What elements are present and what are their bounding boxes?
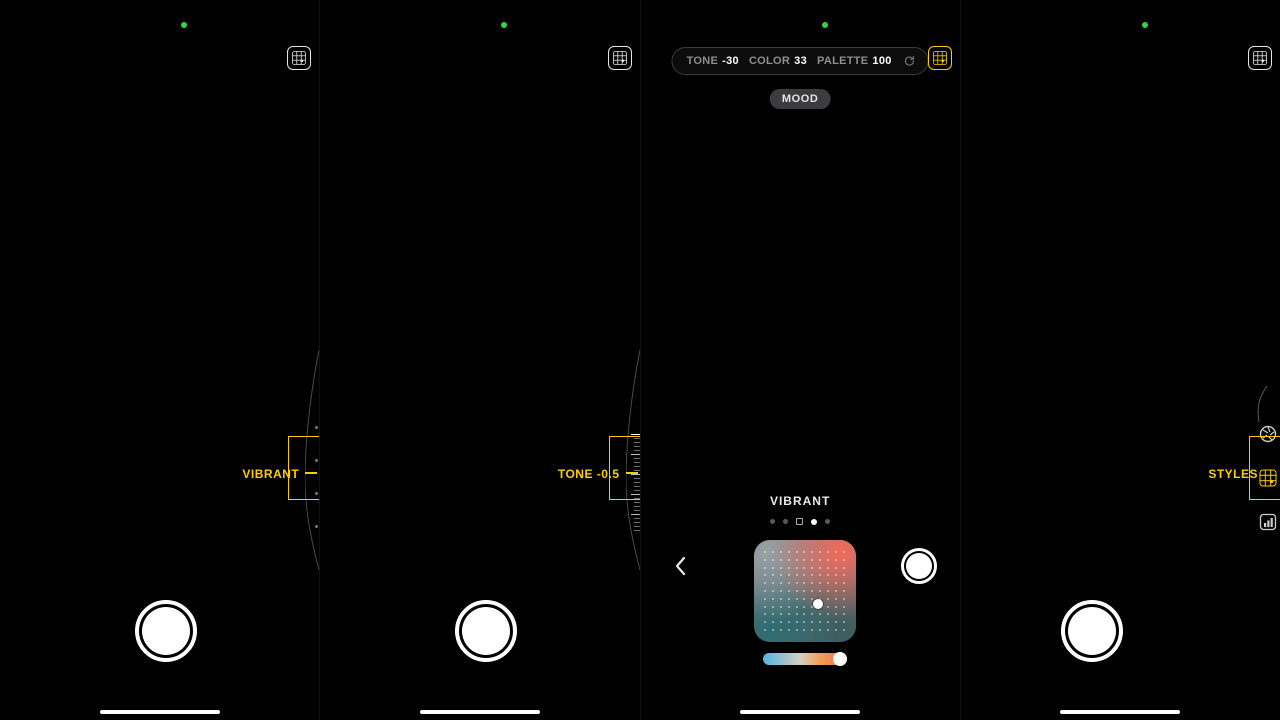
photographic-styles-button[interactable] — [287, 46, 311, 70]
home-indicator[interactable] — [740, 710, 860, 714]
photographic-styles-button[interactable] — [608, 46, 632, 70]
shutter-button[interactable] — [1061, 600, 1123, 662]
tone-readout: TONE -0.5 — [558, 467, 620, 481]
shutter-button[interactable] — [455, 600, 517, 662]
exposure-curve — [1256, 386, 1268, 427]
tone-control-icon[interactable] — [1256, 510, 1280, 534]
back-chevron-icon[interactable] — [673, 556, 687, 580]
palette-slider-knob[interactable] — [833, 652, 847, 666]
panel-styles-preview: VIBRANT — [0, 0, 319, 720]
home-indicator[interactable] — [420, 710, 540, 714]
reset-style-icon[interactable] — [902, 53, 918, 69]
tone-color-pad[interactable] — [754, 540, 856, 642]
privacy-indicator-dot — [501, 22, 507, 28]
panel-tone-adjust: TONE -0.5 — [320, 0, 639, 720]
color-value: COLOR33 — [749, 55, 807, 67]
panel-styles-pad: TONE-30 COLOR33 PALETTE100 MOOD VIBRANT — [641, 0, 960, 720]
photographic-styles-button[interactable] — [928, 46, 952, 70]
palette-slider[interactable] — [763, 653, 847, 665]
privacy-indicator-dot — [822, 22, 828, 28]
panel-styles-rail: STYLES — [961, 0, 1280, 720]
style-values-pill[interactable]: TONE-30 COLOR33 PALETTE100 — [672, 47, 929, 75]
privacy-indicator-dot — [1142, 22, 1148, 28]
photographic-styles-button[interactable] — [1248, 46, 1272, 70]
tone-value: TONE-30 — [687, 55, 739, 67]
exposure-scale[interactable] — [313, 426, 319, 528]
style-name-label: VIBRANT — [242, 467, 299, 481]
current-style-name: VIBRANT — [770, 494, 830, 508]
mood-pill: MOOD — [770, 89, 831, 109]
screens-row: VIBRANT TONE -0.5 TONE-30 — [0, 0, 1280, 720]
tone-scale[interactable] — [631, 434, 640, 534]
pad-cursor[interactable] — [813, 599, 823, 609]
privacy-indicator-dot — [181, 22, 187, 28]
home-indicator[interactable] — [100, 710, 220, 714]
pad-dot-grid — [762, 548, 848, 634]
home-indicator[interactable] — [1060, 710, 1180, 714]
shutter-button[interactable] — [901, 548, 937, 584]
palette-value: PALETTE100 — [817, 55, 892, 67]
style-page-dots[interactable] — [770, 518, 830, 525]
standard-style-icon — [796, 518, 803, 525]
shutter-button[interactable] — [135, 600, 197, 662]
styles-rail-label: STYLES — [1208, 467, 1258, 481]
